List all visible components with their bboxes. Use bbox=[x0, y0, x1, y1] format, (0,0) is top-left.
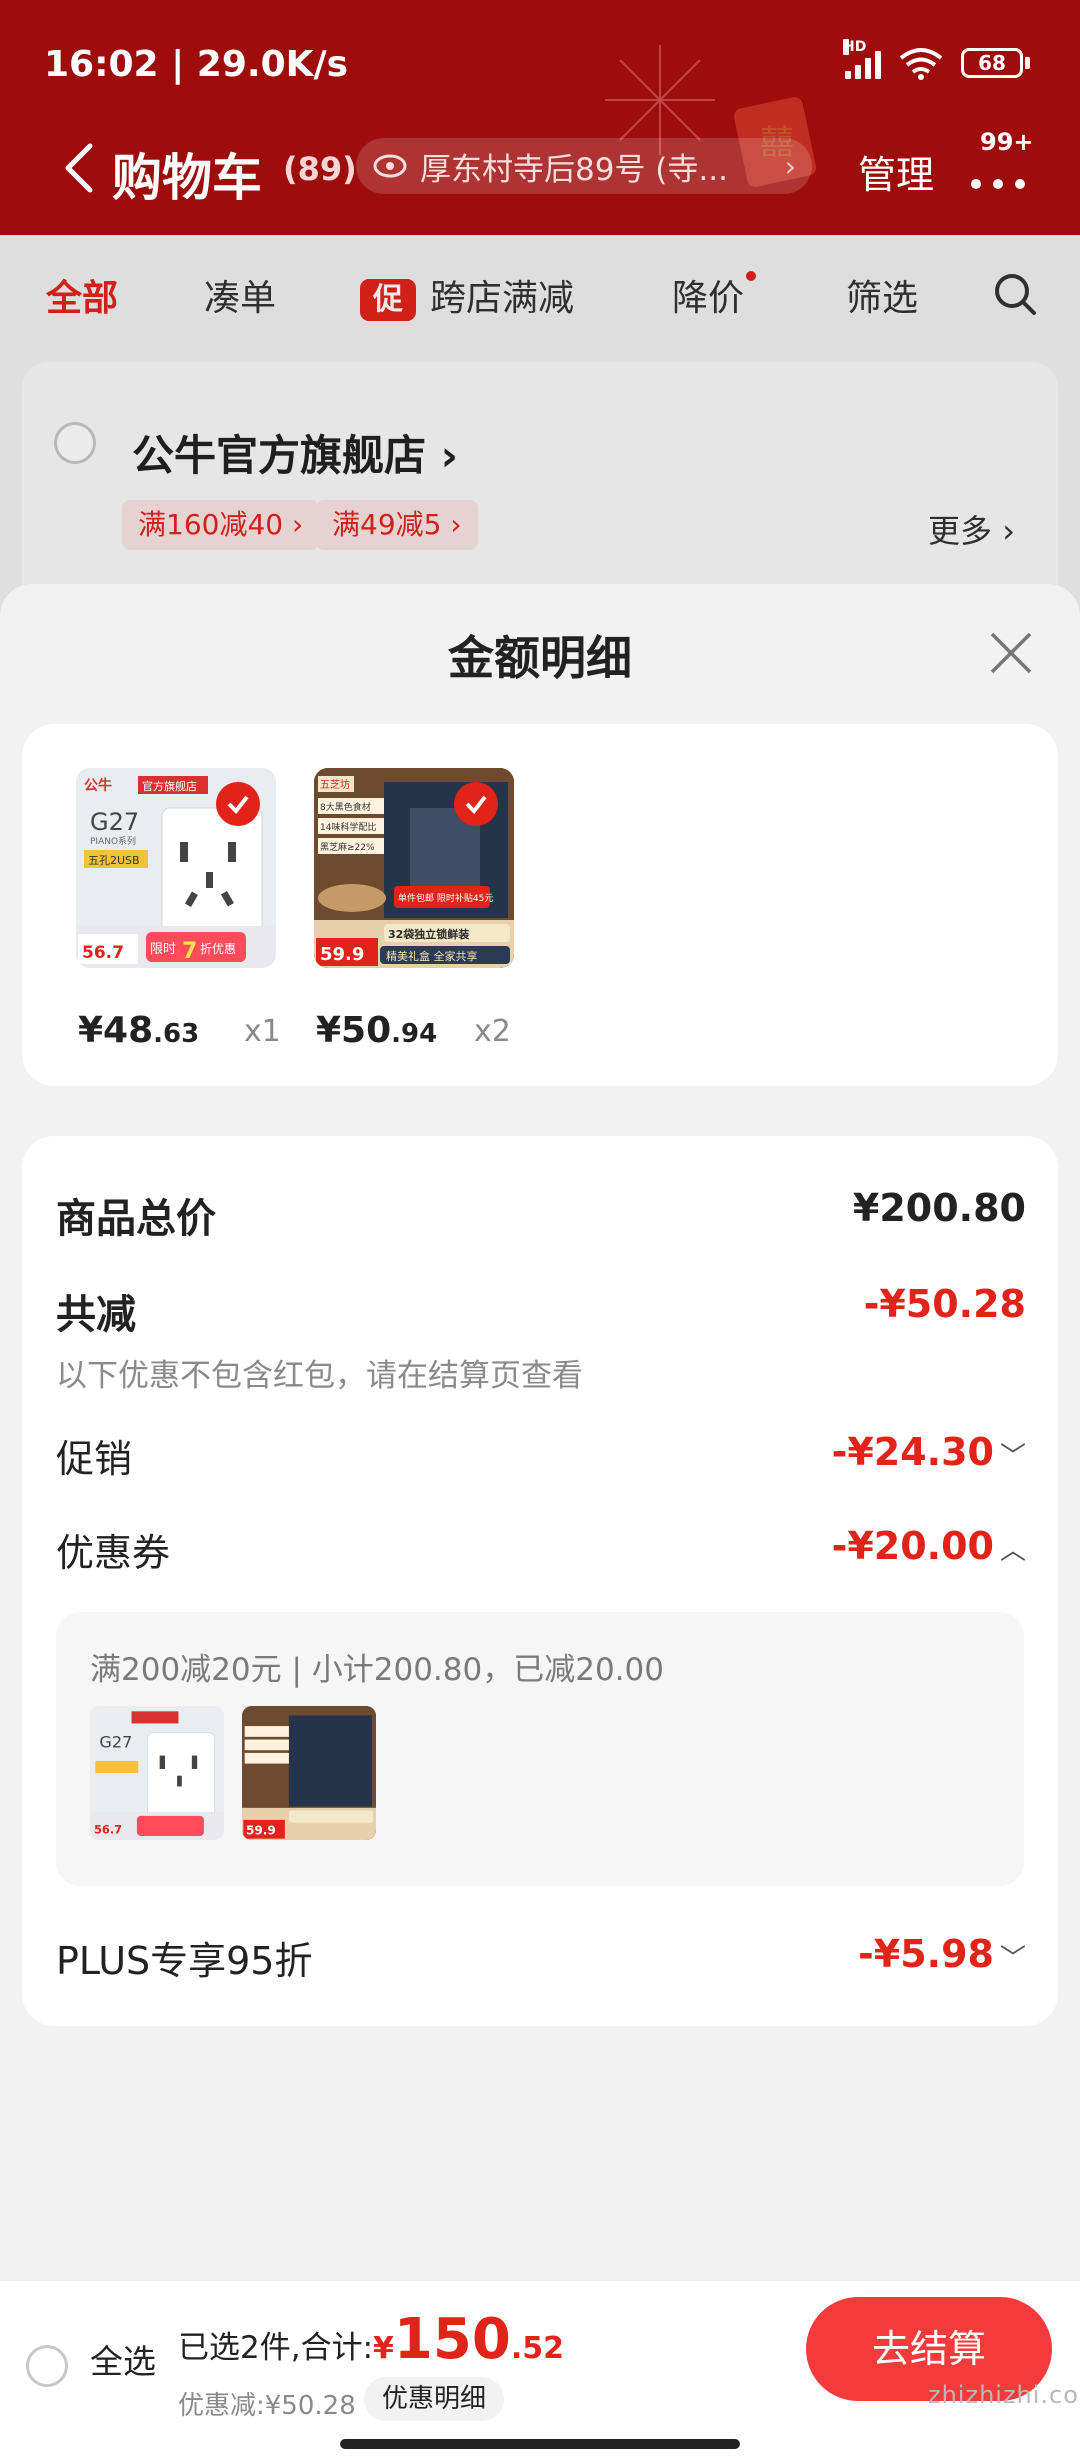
product-list-card: 官方旗舰店 公牛 G27 PIANO系列 五孔2USB 限时 7 折优惠 56.… bbox=[22, 724, 1058, 1086]
svg-text:公牛: 公牛 bbox=[84, 777, 112, 794]
product-qty: x1 bbox=[244, 1014, 281, 1049]
checkout-bar: 全选 已选2件,合计:¥150.52 优惠减:¥50.28 优惠明细 去结算 z… bbox=[0, 2280, 1080, 2460]
coupon-product-thumbnail: G27 56.7 bbox=[90, 1706, 224, 1840]
plus-label: PLUS专享95折 bbox=[56, 1939, 313, 1983]
product-price: ¥48.63 bbox=[78, 1010, 200, 1051]
top-header: 囍 16:02 | 29.0K/s HD 68 购物车 (89) 厚东村寺后89… bbox=[0, 0, 1080, 235]
svg-text:五芝坊: 五芝坊 bbox=[320, 778, 350, 791]
svg-text:限时: 限时 bbox=[150, 942, 176, 957]
total-label: 商品总价 bbox=[56, 1196, 216, 1242]
eye-icon bbox=[373, 154, 407, 178]
reduce-label: 共减 bbox=[56, 1292, 136, 1338]
price-detail-card: 商品总价 ¥200.80 共减 -¥50.28 以下优惠不包含红包，请在结算页查… bbox=[22, 1136, 1058, 2026]
manage-button[interactable]: 管理 bbox=[858, 144, 934, 199]
svg-text:官方旗舰店: 官方旗舰店 bbox=[142, 779, 197, 793]
status-time: 16:02 | 29.0K/s bbox=[44, 44, 349, 85]
chevron-down-icon: ﹀ bbox=[999, 1442, 1026, 1472]
amount-detail-sheet: 金额明细 官方旗舰店 公牛 G27 PIANO系列 五孔2USB 限时 7 折优… bbox=[0, 584, 1080, 2284]
address-text: 厚东村寺后89号 (寺... bbox=[420, 151, 728, 188]
battery-icon: 68 bbox=[961, 48, 1030, 78]
promo-value: -¥24.30 bbox=[831, 1430, 994, 1474]
selected-check-icon bbox=[454, 782, 498, 826]
svg-text:黑芝麻≥22%: 黑芝麻≥22% bbox=[320, 841, 375, 853]
svg-text:G27: G27 bbox=[99, 1733, 132, 1752]
svg-text:7: 7 bbox=[182, 939, 197, 964]
coupon-description: 满200减20元 | 小计200.80，已减20.00 bbox=[90, 1652, 664, 1688]
coupon-label: 优惠券 bbox=[56, 1531, 171, 1575]
chevron-right-icon: › bbox=[784, 150, 796, 183]
product-price: ¥50.94 bbox=[316, 1010, 438, 1051]
product-thumbnail[interactable]: 官方旗舰店 公牛 G27 PIANO系列 五孔2USB 限时 7 折优惠 56.… bbox=[76, 768, 276, 968]
svg-text:8大黑色食材: 8大黑色食材 bbox=[320, 801, 371, 813]
home-indicator[interactable] bbox=[340, 2439, 740, 2449]
coupon-value: -¥20.00 bbox=[831, 1524, 994, 1568]
more-menu-icon[interactable] bbox=[968, 154, 1028, 194]
overlay-dim bbox=[0, 235, 1080, 635]
svg-text:PIANO系列: PIANO系列 bbox=[90, 835, 136, 847]
coupon-row-toggle[interactable]: -¥20.00 ︿ bbox=[832, 1524, 1026, 1568]
currency-symbol: ¥ bbox=[373, 2331, 394, 2366]
signal-icon: HD bbox=[843, 39, 881, 79]
product-qty: x2 bbox=[474, 1014, 511, 1049]
sheet-title: 金额明细 bbox=[448, 631, 632, 685]
sesame-powder-image: 59.9 bbox=[242, 1706, 376, 1840]
svg-text:32袋独立锁鲜装: 32袋独立锁鲜装 bbox=[388, 927, 469, 941]
plus-value: -¥5.98 bbox=[858, 1932, 994, 1976]
address-selector[interactable]: 厚东村寺后89号 (寺... › bbox=[356, 138, 812, 194]
svg-text:G27: G27 bbox=[90, 808, 139, 836]
total-amount-decimal: .52 bbox=[510, 2331, 564, 2366]
svg-text:56.7: 56.7 bbox=[94, 1822, 122, 1836]
promo-row-toggle[interactable]: -¥24.30 ﹀ bbox=[832, 1430, 1026, 1474]
selected-check-icon bbox=[216, 782, 260, 826]
svg-text:59.9: 59.9 bbox=[320, 944, 364, 965]
discount-detail-button[interactable]: 优惠明细 bbox=[364, 2377, 505, 2421]
chevron-up-icon: ︿ bbox=[999, 1536, 1026, 1566]
message-badge: 99+ bbox=[980, 128, 1034, 156]
cart-count: (89) bbox=[283, 150, 357, 188]
svg-text:五孔2USB: 五孔2USB bbox=[88, 854, 140, 867]
coupon-detail-box: 满200减20元 | 小计200.80，已减20.00 G27 56.7 59.… bbox=[56, 1612, 1024, 1886]
svg-text:56.7: 56.7 bbox=[82, 943, 124, 963]
nav-bar: 购物车 (89) 厚东村寺后89号 (寺... › 管理 99+ bbox=[0, 128, 1080, 208]
discount-summary: 优惠减:¥50.28 bbox=[178, 2391, 356, 2421]
svg-text:精美礼盒 全家共享: 精美礼盒 全家共享 bbox=[386, 949, 478, 963]
wifi-icon bbox=[899, 48, 943, 80]
reduce-note: 以下优惠不包含红包，请在结算页查看 bbox=[56, 1358, 583, 1394]
product-thumbnail[interactable]: 五芝坊 8大黑色食材 14味科学配比 黑芝麻≥22% 单件包邮 限时补贴45元 … bbox=[314, 768, 514, 968]
close-icon[interactable] bbox=[988, 630, 1034, 676]
svg-text:单件包邮 限时补贴45元: 单件包邮 限时补贴45元 bbox=[398, 892, 493, 904]
back-icon[interactable] bbox=[60, 142, 100, 194]
plus-row-toggle[interactable]: -¥5.98 ﹀ bbox=[858, 1932, 1026, 1976]
chevron-down-icon: ﹀ bbox=[999, 1944, 1026, 1974]
total-amount: 150 bbox=[393, 2307, 511, 2372]
watermark: zhizhizhi.com bbox=[928, 2381, 1080, 2409]
status-icons: HD 68 bbox=[843, 39, 1030, 80]
selected-summary: 已选2件,合计:¥150.52 bbox=[178, 2307, 564, 2372]
socket-image: G27 56.7 bbox=[90, 1706, 224, 1840]
coupon-product-thumbnail: 59.9 bbox=[242, 1706, 376, 1840]
svg-text:59.9: 59.9 bbox=[246, 1824, 276, 1838]
total-value: ¥200.80 bbox=[852, 1186, 1026, 1230]
page-title: 购物车 bbox=[112, 149, 262, 207]
reduce-value: -¥50.28 bbox=[863, 1282, 1026, 1326]
select-all-radio[interactable] bbox=[26, 2345, 68, 2387]
selected-count: 已选2件,合计: bbox=[178, 2330, 374, 2366]
svg-text:折优惠: 折优惠 bbox=[200, 941, 236, 956]
select-all-label[interactable]: 全选 bbox=[90, 2335, 156, 2383]
promo-label: 促销 bbox=[56, 1437, 133, 1481]
svg-text:14味科学配比: 14味科学配比 bbox=[320, 821, 376, 833]
